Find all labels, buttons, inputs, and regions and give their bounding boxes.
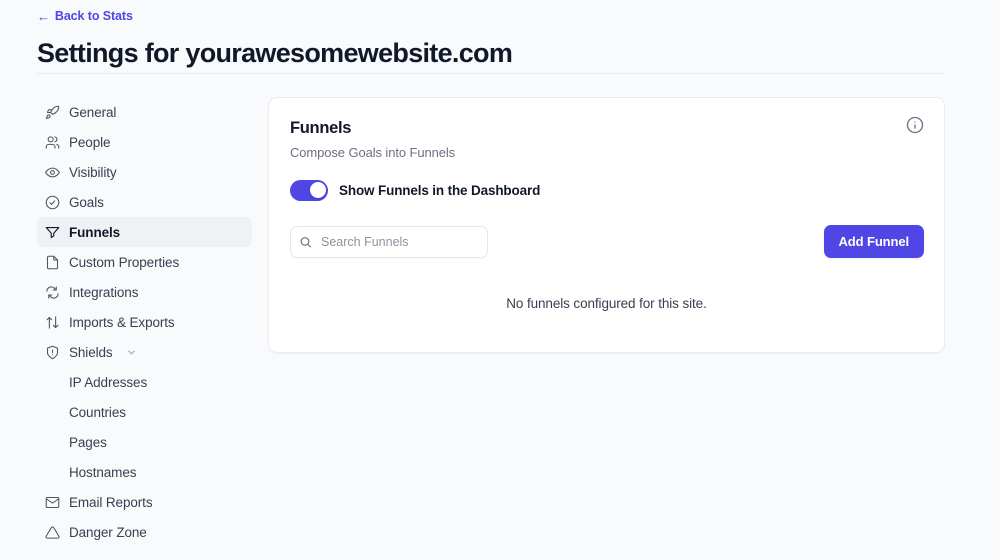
sidebar-item-custom-properties[interactable]: Custom Properties (37, 247, 252, 277)
sidebar-item-label: Email Reports (69, 494, 153, 510)
people-icon (45, 135, 60, 150)
warning-triangle-icon (45, 525, 60, 540)
show-funnels-toggle-row: Show Funnels in the Dashboard (290, 179, 922, 201)
arrows-up-down-icon (45, 315, 60, 330)
rocket-icon (45, 105, 60, 120)
funnel-icon (45, 225, 60, 240)
sidebar-item-imports-exports[interactable]: Imports & Exports (37, 307, 252, 337)
search-funnels-input[interactable] (290, 225, 488, 258)
search-funnels-wrapper (290, 225, 488, 258)
add-funnel-button[interactable]: Add Funnel (823, 225, 924, 258)
envelope-icon (45, 495, 60, 510)
show-funnels-toggle[interactable] (290, 179, 328, 201)
sidebar-subitem-label: Pages (69, 434, 107, 450)
eye-icon (45, 165, 60, 180)
sidebar-item-visibility[interactable]: Visibility (37, 157, 252, 187)
funnels-panel-inner: Funnels Compose Goals into Funnels Show … (269, 98, 944, 352)
funnels-empty-state: No funnels configured for this site. (506, 296, 707, 311)
info-circle-icon[interactable] (906, 116, 924, 134)
sidebar-item-label: Integrations (69, 284, 139, 300)
sidebar-subitem-label: IP Addresses (69, 374, 148, 390)
sidebar-item-label: People (69, 134, 111, 150)
back-to-stats-label: Back to Stats (54, 9, 133, 24)
sidebar-item-integrations[interactable]: Integrations (37, 277, 252, 307)
sidebar-item-label: Funnels (69, 224, 121, 240)
arrow-left-icon: ← (37, 8, 50, 24)
sidebar-item-shields[interactable]: Shields (37, 337, 252, 367)
sidebar-item-funnels[interactable]: Funnels (37, 217, 252, 247)
sidebar-item-label: Goals (69, 194, 104, 210)
funnels-controls: Add Funnel (290, 225, 924, 258)
toggle-knob (309, 182, 326, 199)
panel-title: Funnels (290, 119, 352, 137)
sidebar-item-goals[interactable]: Goals (37, 187, 252, 217)
page-title: Settings for yourawesomewebsite.com (37, 38, 513, 68)
sync-icon (45, 285, 60, 300)
sidebar-item-countries[interactable]: Countries (37, 397, 252, 427)
back-to-stats-link[interactable]: ← Back to Stats (37, 10, 133, 23)
shield-icon (45, 345, 60, 360)
sidebar-item-people[interactable]: People (37, 127, 252, 157)
sidebar-item-label: Shields (69, 344, 113, 360)
check-circle-icon (45, 195, 60, 210)
settings-page: ← Back to Stats Settings for yourawesome… (0, 0, 1000, 560)
sidebar-item-label: Custom Properties (69, 254, 180, 270)
sidebar-item-general[interactable]: General (37, 97, 252, 127)
sidebar-item-email-reports[interactable]: Email Reports (37, 487, 252, 517)
header-divider (37, 73, 946, 74)
sidebar-subitem-label: Countries (69, 404, 126, 420)
panel-subtitle: Compose Goals into Funnels (290, 144, 456, 160)
sidebar-item-ip-addresses[interactable]: IP Addresses (37, 367, 252, 397)
document-icon (45, 255, 60, 270)
sidebar-item-label: Visibility (69, 164, 117, 180)
chevron-down-icon[interactable] (126, 347, 137, 358)
sidebar-item-hostnames[interactable]: Hostnames (37, 457, 252, 487)
sidebar-item-label: General (69, 104, 117, 120)
sidebar-item-danger-zone[interactable]: Danger Zone (37, 517, 252, 547)
sidebar-item-label: Danger Zone (69, 524, 147, 540)
sidebar-item-pages[interactable]: Pages (37, 427, 252, 457)
funnels-panel: Funnels Compose Goals into Funnels Show … (268, 97, 945, 353)
show-funnels-toggle-label: Show Funnels in the Dashboard (339, 182, 541, 198)
sidebar-subitem-label: Hostnames (69, 464, 137, 480)
page-header: ← Back to Stats Settings for yourawesome… (37, 8, 947, 69)
settings-sidebar: General People Visibility Goals Funnels … (37, 97, 252, 547)
sidebar-item-label: Imports & Exports (69, 314, 175, 330)
